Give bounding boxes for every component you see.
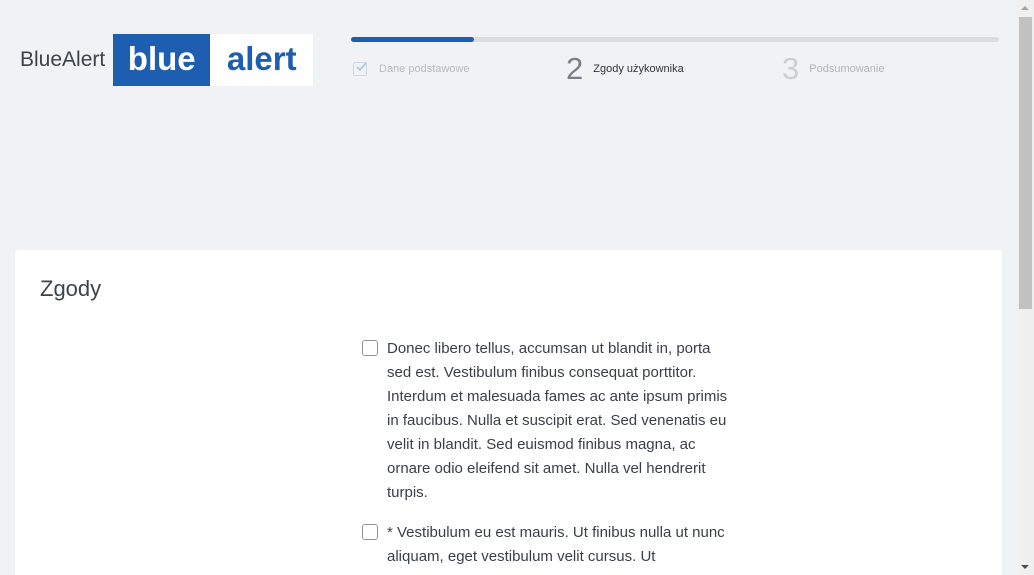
consent-checkbox[interactable] <box>362 340 378 356</box>
consent-item: * Vestibulum eu est mauris. Ut finibus n… <box>362 521 737 569</box>
step-label: Dane podstawowe <box>379 63 470 75</box>
consent-checkbox[interactable] <box>362 524 378 540</box>
checkbox-check-icon <box>353 62 367 76</box>
steps-progress-bar <box>351 37 999 42</box>
scroll-thumb[interactable] <box>1019 17 1032 309</box>
logo[interactable]: blue alert <box>113 34 314 86</box>
consents-card: Zgody Donec libero tellus, accumsan ut b… <box>15 250 1002 575</box>
steps-progress-fill <box>351 37 475 42</box>
step-basic-data[interactable]: Dane podstawowe <box>353 52 470 86</box>
scroll-up-icon[interactable] <box>1021 6 1029 10</box>
step-label: Zgody użykownika <box>593 63 684 75</box>
brand: BlueAlert blue alert <box>20 34 314 86</box>
brand-name: BlueAlert <box>20 48 106 71</box>
page: BlueAlert blue alert Dane podstawowe 2 Z… <box>0 0 1034 575</box>
step-label: Podsumowanie <box>809 63 885 75</box>
step-number: 3 <box>782 51 800 86</box>
logo-alert-part: alert <box>210 34 314 86</box>
card-title: Zgody <box>40 276 102 301</box>
scroll-down-icon[interactable] <box>1021 565 1029 569</box>
vertical-scrollbar[interactable] <box>1017 0 1034 575</box>
consent-text: Donec libero tellus, accumsan ut blandit… <box>387 340 728 501</box>
logo-blue-part: blue <box>113 34 211 86</box>
step-summary[interactable]: 3 Podsumowanie <box>782 52 884 86</box>
consent-text: * Vestibulum eu est mauris. Ut finibus n… <box>387 524 725 565</box>
step-user-consents[interactable]: 2 Zgody użykownika <box>566 52 684 86</box>
consent-item: Donec libero tellus, accumsan ut blandit… <box>362 337 737 505</box>
step-number: 2 <box>566 51 584 86</box>
